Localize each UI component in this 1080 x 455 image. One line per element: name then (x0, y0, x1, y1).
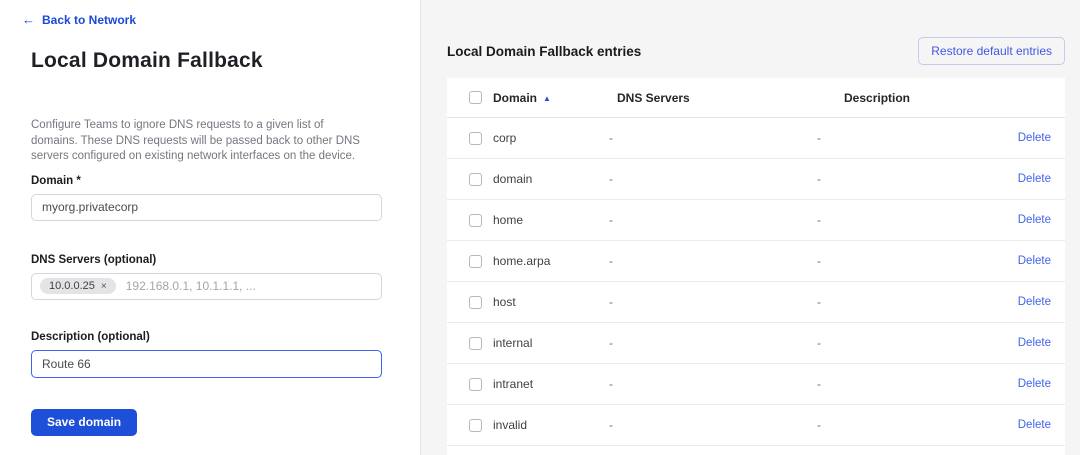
row-domain: intranet (493, 377, 609, 391)
row-domain: domain (493, 172, 609, 186)
delete-link[interactable]: Delete (1018, 378, 1051, 390)
row-dns-servers: - (609, 131, 817, 145)
settings-form-panel: ← Back to Network Local Domain Fallback … (0, 0, 421, 455)
save-domain-button[interactable]: Save domain (31, 409, 137, 436)
domain-label: Domain * (31, 175, 420, 187)
back-arrow-icon: ← (22, 12, 35, 27)
table-row: host - - Delete (447, 282, 1065, 323)
row-description: - (817, 172, 1018, 186)
back-to-network-link[interactable]: ← Back to Network (22, 12, 136, 27)
table-row: home - - Delete (447, 200, 1065, 241)
row-checkbox[interactable] (469, 214, 482, 227)
row-description: - (817, 377, 1018, 391)
row-description: - (817, 254, 1018, 268)
row-checkbox[interactable] (469, 378, 482, 391)
back-link-label: Back to Network (42, 13, 136, 27)
delete-link[interactable]: Delete (1018, 337, 1051, 349)
row-description: - (817, 418, 1018, 432)
dns-server-tag-value: 10.0.0.25 (49, 280, 95, 292)
row-checkbox[interactable] (469, 296, 482, 309)
column-header-domain[interactable]: Domain ▲ (493, 91, 609, 105)
dns-servers-field-group: DNS Servers (optional) 10.0.0.25 × 192.1… (31, 254, 420, 300)
entries-table: Domain ▲ DNS Servers Description corp - -… (447, 78, 1065, 455)
delete-link[interactable]: Delete (1018, 419, 1051, 431)
row-checkbox[interactable] (469, 337, 482, 350)
table-row: internal - - Delete (447, 323, 1065, 364)
page-description: Configure Teams to ignore DNS requests t… (31, 118, 369, 165)
delete-link[interactable]: Delete (1018, 296, 1051, 308)
dns-server-tag: 10.0.0.25 × (40, 278, 116, 294)
delete-link[interactable]: Delete (1018, 255, 1051, 267)
row-domain: invalid (493, 418, 609, 432)
row-checkbox[interactable] (469, 255, 482, 268)
row-dns-servers: - (609, 172, 817, 186)
table-header-row: Domain ▲ DNS Servers Description (447, 78, 1065, 118)
column-header-dns-servers: DNS Servers (609, 91, 817, 105)
row-domain: host (493, 295, 609, 309)
domain-field-group: Domain * (31, 175, 420, 221)
select-all-checkbox[interactable] (469, 91, 482, 104)
delete-link[interactable]: Delete (1018, 132, 1051, 144)
table-row: corp - - Delete (447, 118, 1065, 159)
restore-default-entries-button[interactable]: Restore default entries (918, 37, 1065, 65)
table-row: intranet - - Delete (447, 364, 1065, 405)
row-dns-servers: - (609, 213, 817, 227)
description-input[interactable] (31, 350, 382, 378)
row-description: - (817, 131, 1018, 145)
row-checkbox[interactable] (469, 173, 482, 186)
row-description: - (817, 336, 1018, 350)
row-dns-servers: - (609, 418, 817, 432)
description-label: Description (optional) (31, 331, 420, 343)
column-header-domain-label: Domain (493, 91, 537, 105)
row-dns-servers: - (609, 336, 817, 350)
table-row: home.arpa - - Delete (447, 241, 1065, 282)
row-dns-servers: - (609, 377, 817, 391)
dns-servers-placeholder: 192.168.0.1, 10.1.1.1, ... (126, 279, 256, 293)
sort-ascending-icon: ▲ (543, 94, 551, 103)
description-field-group: Description (optional) (31, 331, 420, 378)
delete-link[interactable]: Delete (1018, 173, 1051, 185)
entries-title: Local Domain Fallback entries (447, 44, 641, 59)
row-dns-servers: - (609, 254, 817, 268)
delete-link[interactable]: Delete (1018, 214, 1051, 226)
tag-remove-icon[interactable]: × (101, 281, 107, 292)
row-description: - (817, 213, 1018, 227)
dns-servers-label: DNS Servers (optional) (31, 254, 420, 266)
table-row: invalid - - Delete (447, 405, 1065, 446)
entries-header: Local Domain Fallback entries Restore de… (447, 37, 1065, 65)
row-domain: home.arpa (493, 254, 609, 268)
domain-input[interactable] (31, 194, 382, 221)
table-row: domain - - Delete (447, 159, 1065, 200)
row-dns-servers: - (609, 295, 817, 309)
row-domain: internal (493, 336, 609, 350)
table-body: corp - - Delete domain - - Delete home -… (447, 118, 1065, 446)
page-title: Local Domain Fallback (31, 49, 420, 73)
column-header-description: Description (817, 91, 1051, 105)
row-checkbox[interactable] (469, 132, 482, 145)
entries-panel: Local Domain Fallback entries Restore de… (421, 0, 1080, 455)
dns-servers-input[interactable]: 10.0.0.25 × 192.168.0.1, 10.1.1.1, ... (31, 273, 382, 300)
row-description: - (817, 295, 1018, 309)
row-domain: home (493, 213, 609, 227)
row-domain: corp (493, 131, 609, 145)
row-checkbox[interactable] (469, 419, 482, 432)
